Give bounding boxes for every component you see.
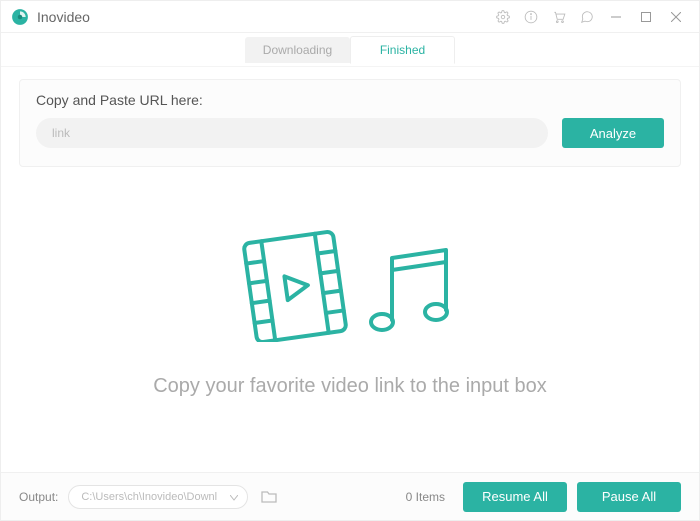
url-input[interactable] — [36, 118, 548, 148]
empty-illustration — [240, 222, 460, 347]
info-icon[interactable] — [517, 3, 545, 31]
tab-downloading[interactable]: Downloading — [245, 37, 350, 63]
titlebar: Inovideo — [1, 1, 699, 33]
feedback-icon[interactable] — [573, 3, 601, 31]
items-count: 0 Items — [406, 490, 445, 504]
url-row: Analyze — [36, 118, 664, 148]
window-minimize-button[interactable] — [601, 3, 631, 31]
url-label: Copy and Paste URL here: — [36, 92, 664, 108]
settings-icon[interactable] — [489, 3, 517, 31]
output-path-wrap — [68, 485, 248, 509]
empty-message: Copy your favorite video link to the inp… — [153, 375, 547, 398]
app-title: Inovideo — [37, 9, 90, 25]
tab-finished[interactable]: Finished — [350, 36, 455, 64]
browse-folder-button[interactable] — [258, 486, 280, 508]
empty-state: Copy your favorite video link to the inp… — [1, 167, 699, 472]
pause-all-button[interactable]: Pause All — [577, 482, 681, 512]
app-window: Inovideo Downloading Finished Copy and P… — [0, 0, 700, 521]
window-maximize-button[interactable] — [631, 3, 661, 31]
output-label: Output: — [19, 490, 58, 504]
app-logo-icon — [11, 8, 29, 26]
tabs: Downloading Finished — [1, 33, 699, 67]
url-panel: Copy and Paste URL here: Analyze — [19, 79, 681, 167]
resume-all-button[interactable]: Resume All — [463, 482, 567, 512]
cart-icon[interactable] — [545, 3, 573, 31]
output-path-field[interactable] — [68, 485, 248, 509]
window-close-button[interactable] — [661, 3, 691, 31]
footer: Output: 0 Items Resume All Pause All — [1, 472, 699, 520]
analyze-button[interactable]: Analyze — [562, 118, 664, 148]
